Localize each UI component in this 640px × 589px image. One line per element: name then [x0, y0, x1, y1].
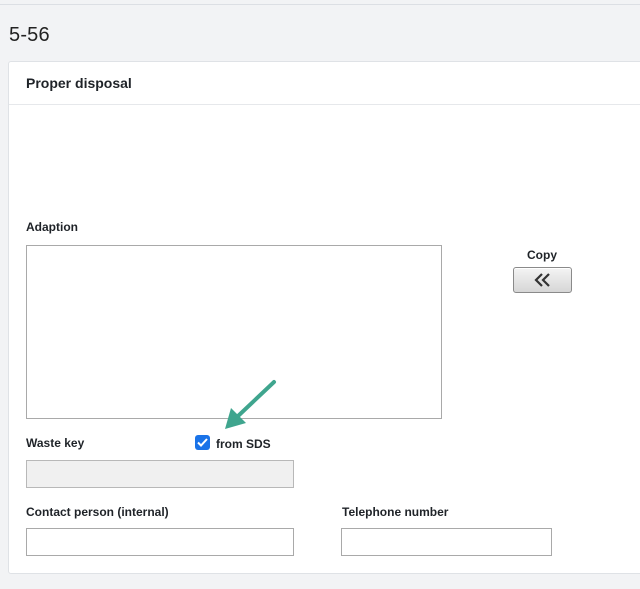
copy-button[interactable]	[513, 267, 572, 293]
panel-header: Proper disposal	[9, 62, 640, 105]
proper-disposal-panel: Proper disposal Adaption Copy Waste key …	[8, 61, 640, 574]
telephone-number-label: Telephone number	[342, 505, 449, 519]
from-sds-checkbox[interactable]	[195, 435, 210, 450]
checkmark-icon	[197, 434, 208, 452]
waste-key-label: Waste key	[26, 436, 85, 450]
annotation-arrow-icon	[225, 380, 276, 429]
page-title: 5-56	[9, 24, 50, 46]
contact-person-input[interactable]	[26, 528, 294, 556]
panel-title: Proper disposal	[26, 75, 132, 91]
page-footer-area	[0, 574, 640, 589]
adaption-label: Adaption	[26, 220, 78, 234]
double-chevron-left-icon	[533, 273, 552, 287]
from-sds-label: from SDS	[216, 437, 271, 451]
telephone-number-input[interactable]	[341, 528, 552, 556]
waste-key-input[interactable]	[26, 460, 294, 488]
contact-person-label: Contact person (internal)	[26, 505, 169, 519]
copy-label: Copy	[527, 248, 557, 262]
top-divider	[0, 4, 640, 5]
